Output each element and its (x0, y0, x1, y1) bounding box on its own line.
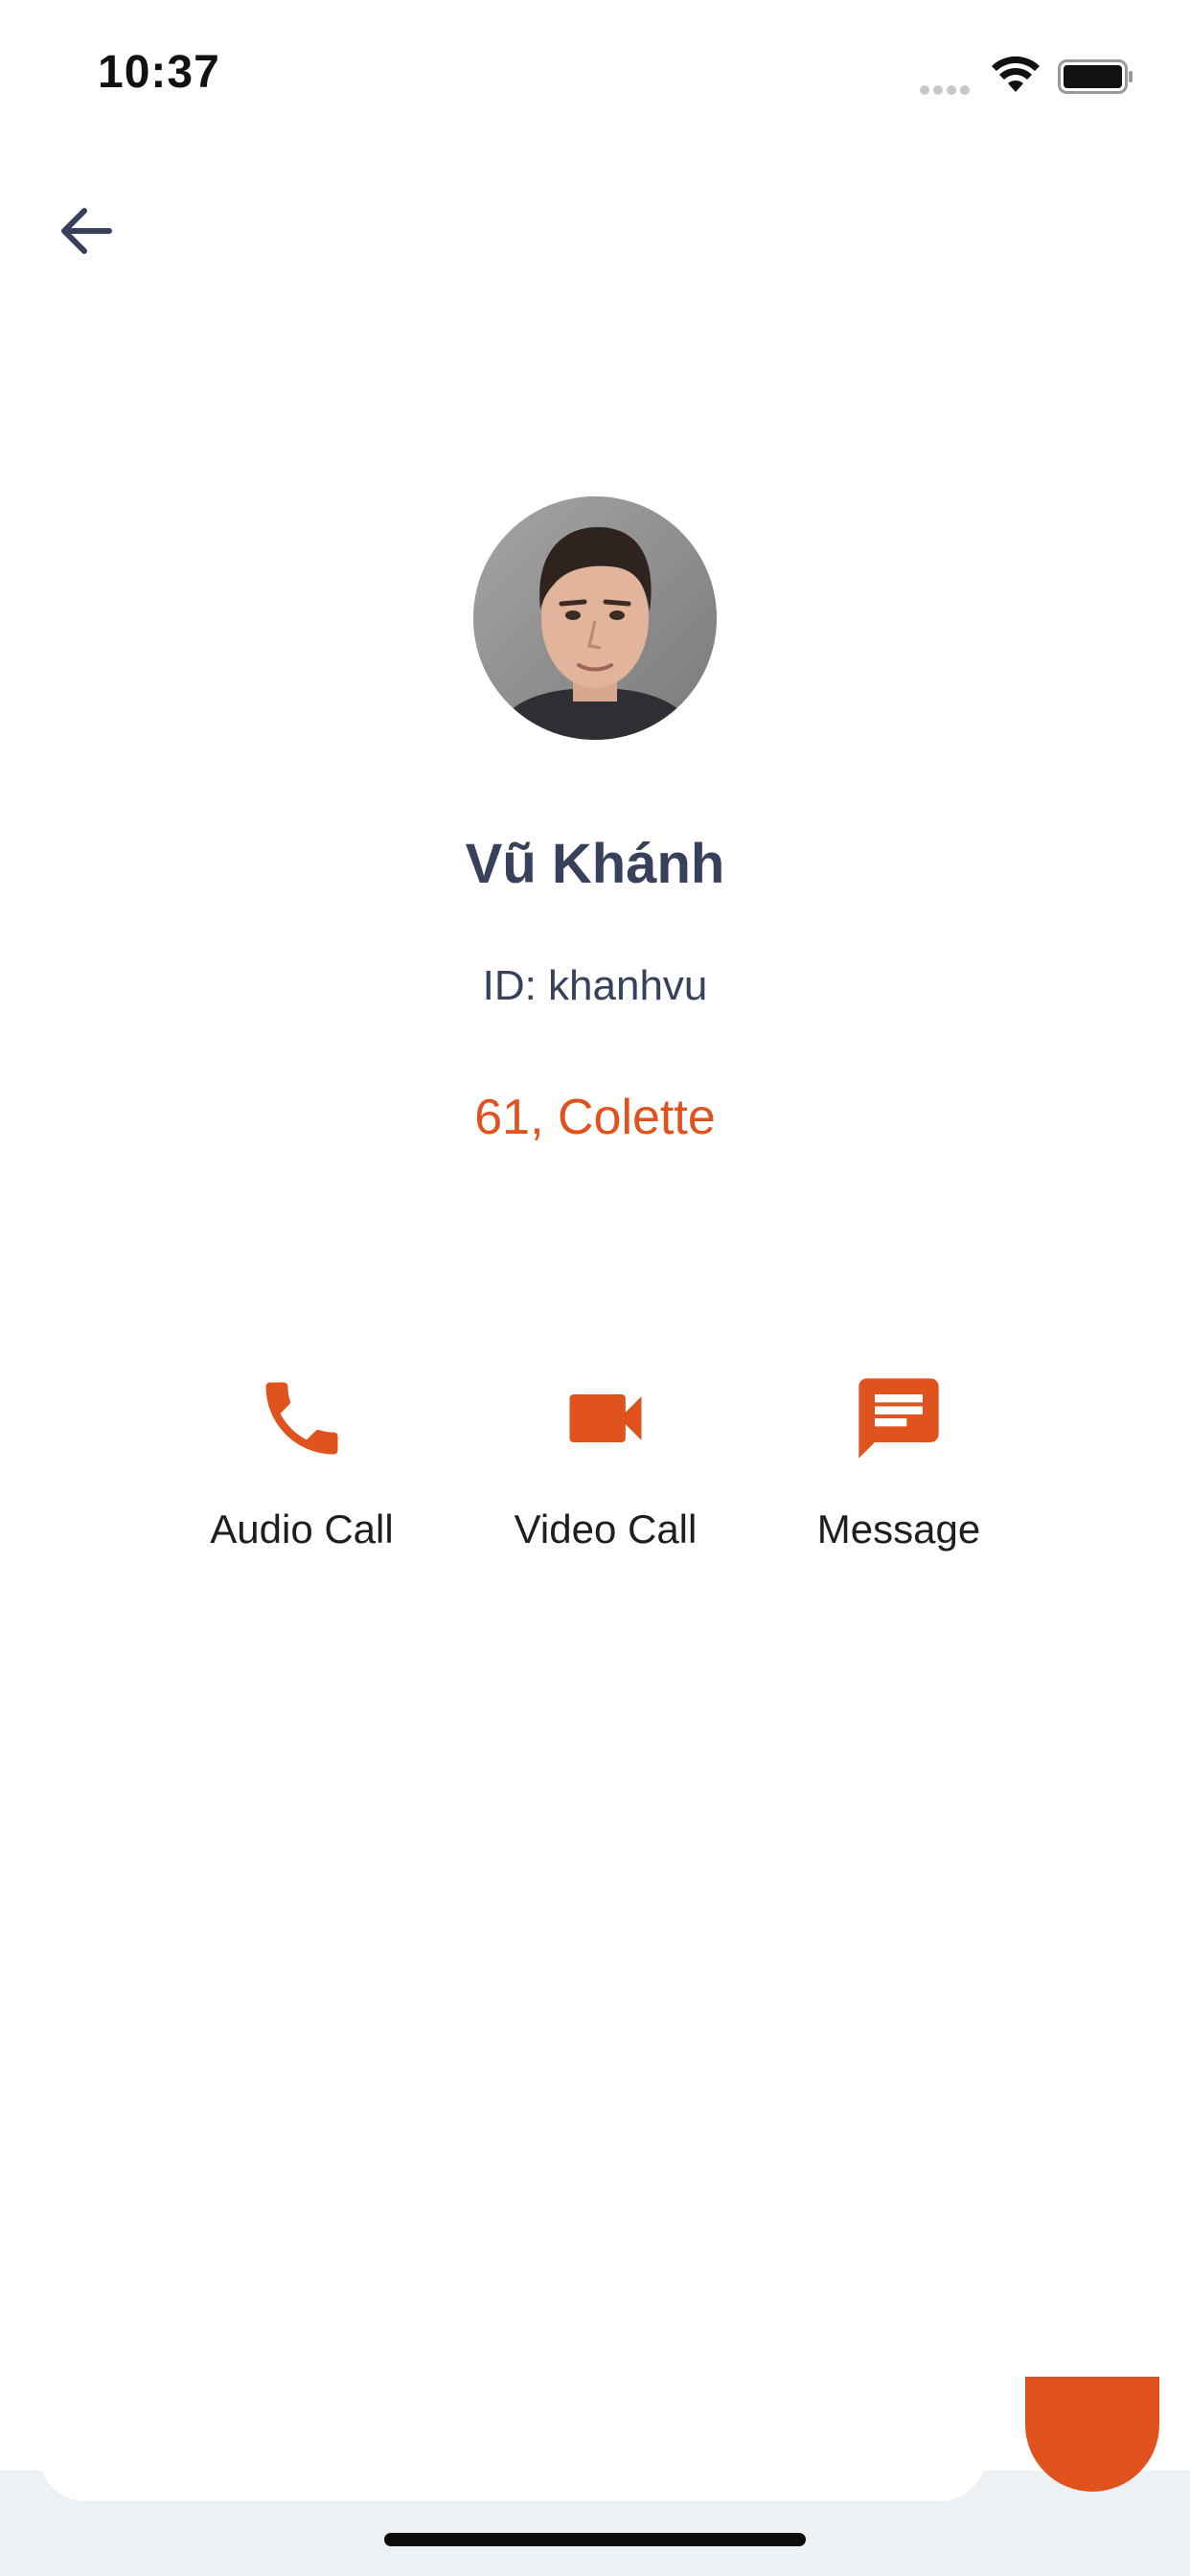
home-indicator (384, 2533, 806, 2546)
audio-call-button[interactable]: Audio Call (177, 1370, 426, 1581)
bottom-card (38, 2434, 987, 2501)
wifi-icon (992, 56, 1040, 92)
contact-detail: 61, Colette (474, 1090, 716, 1145)
message-button[interactable]: Message (774, 1370, 1023, 1581)
audio-call-label: Audio Call (210, 1506, 394, 1552)
contact-name: Vũ Khánh (465, 833, 725, 895)
video-call-button[interactable]: Video Call (481, 1370, 730, 1581)
video-call-label: Video Call (514, 1506, 698, 1552)
battery-icon (1058, 59, 1133, 94)
phone-icon (265, 1382, 338, 1455)
status-time: 10:37 (98, 47, 220, 98)
contact-id: ID: khanhvu (482, 962, 708, 1009)
contact-detail-screen: 10:37 Vũ Khánh ID: khanhvu 61, Colette A… (0, 0, 1190, 2576)
message-label: Message (816, 1506, 981, 1552)
video-camera-icon (569, 1394, 642, 1442)
status-bar: 10:37 (0, 0, 1190, 144)
message-icon (858, 1378, 939, 1459)
avatar-photo-icon (473, 496, 717, 740)
avatar (473, 496, 717, 740)
cellular-signal-icon (920, 82, 975, 95)
back-arrow-icon[interactable] (54, 197, 121, 264)
